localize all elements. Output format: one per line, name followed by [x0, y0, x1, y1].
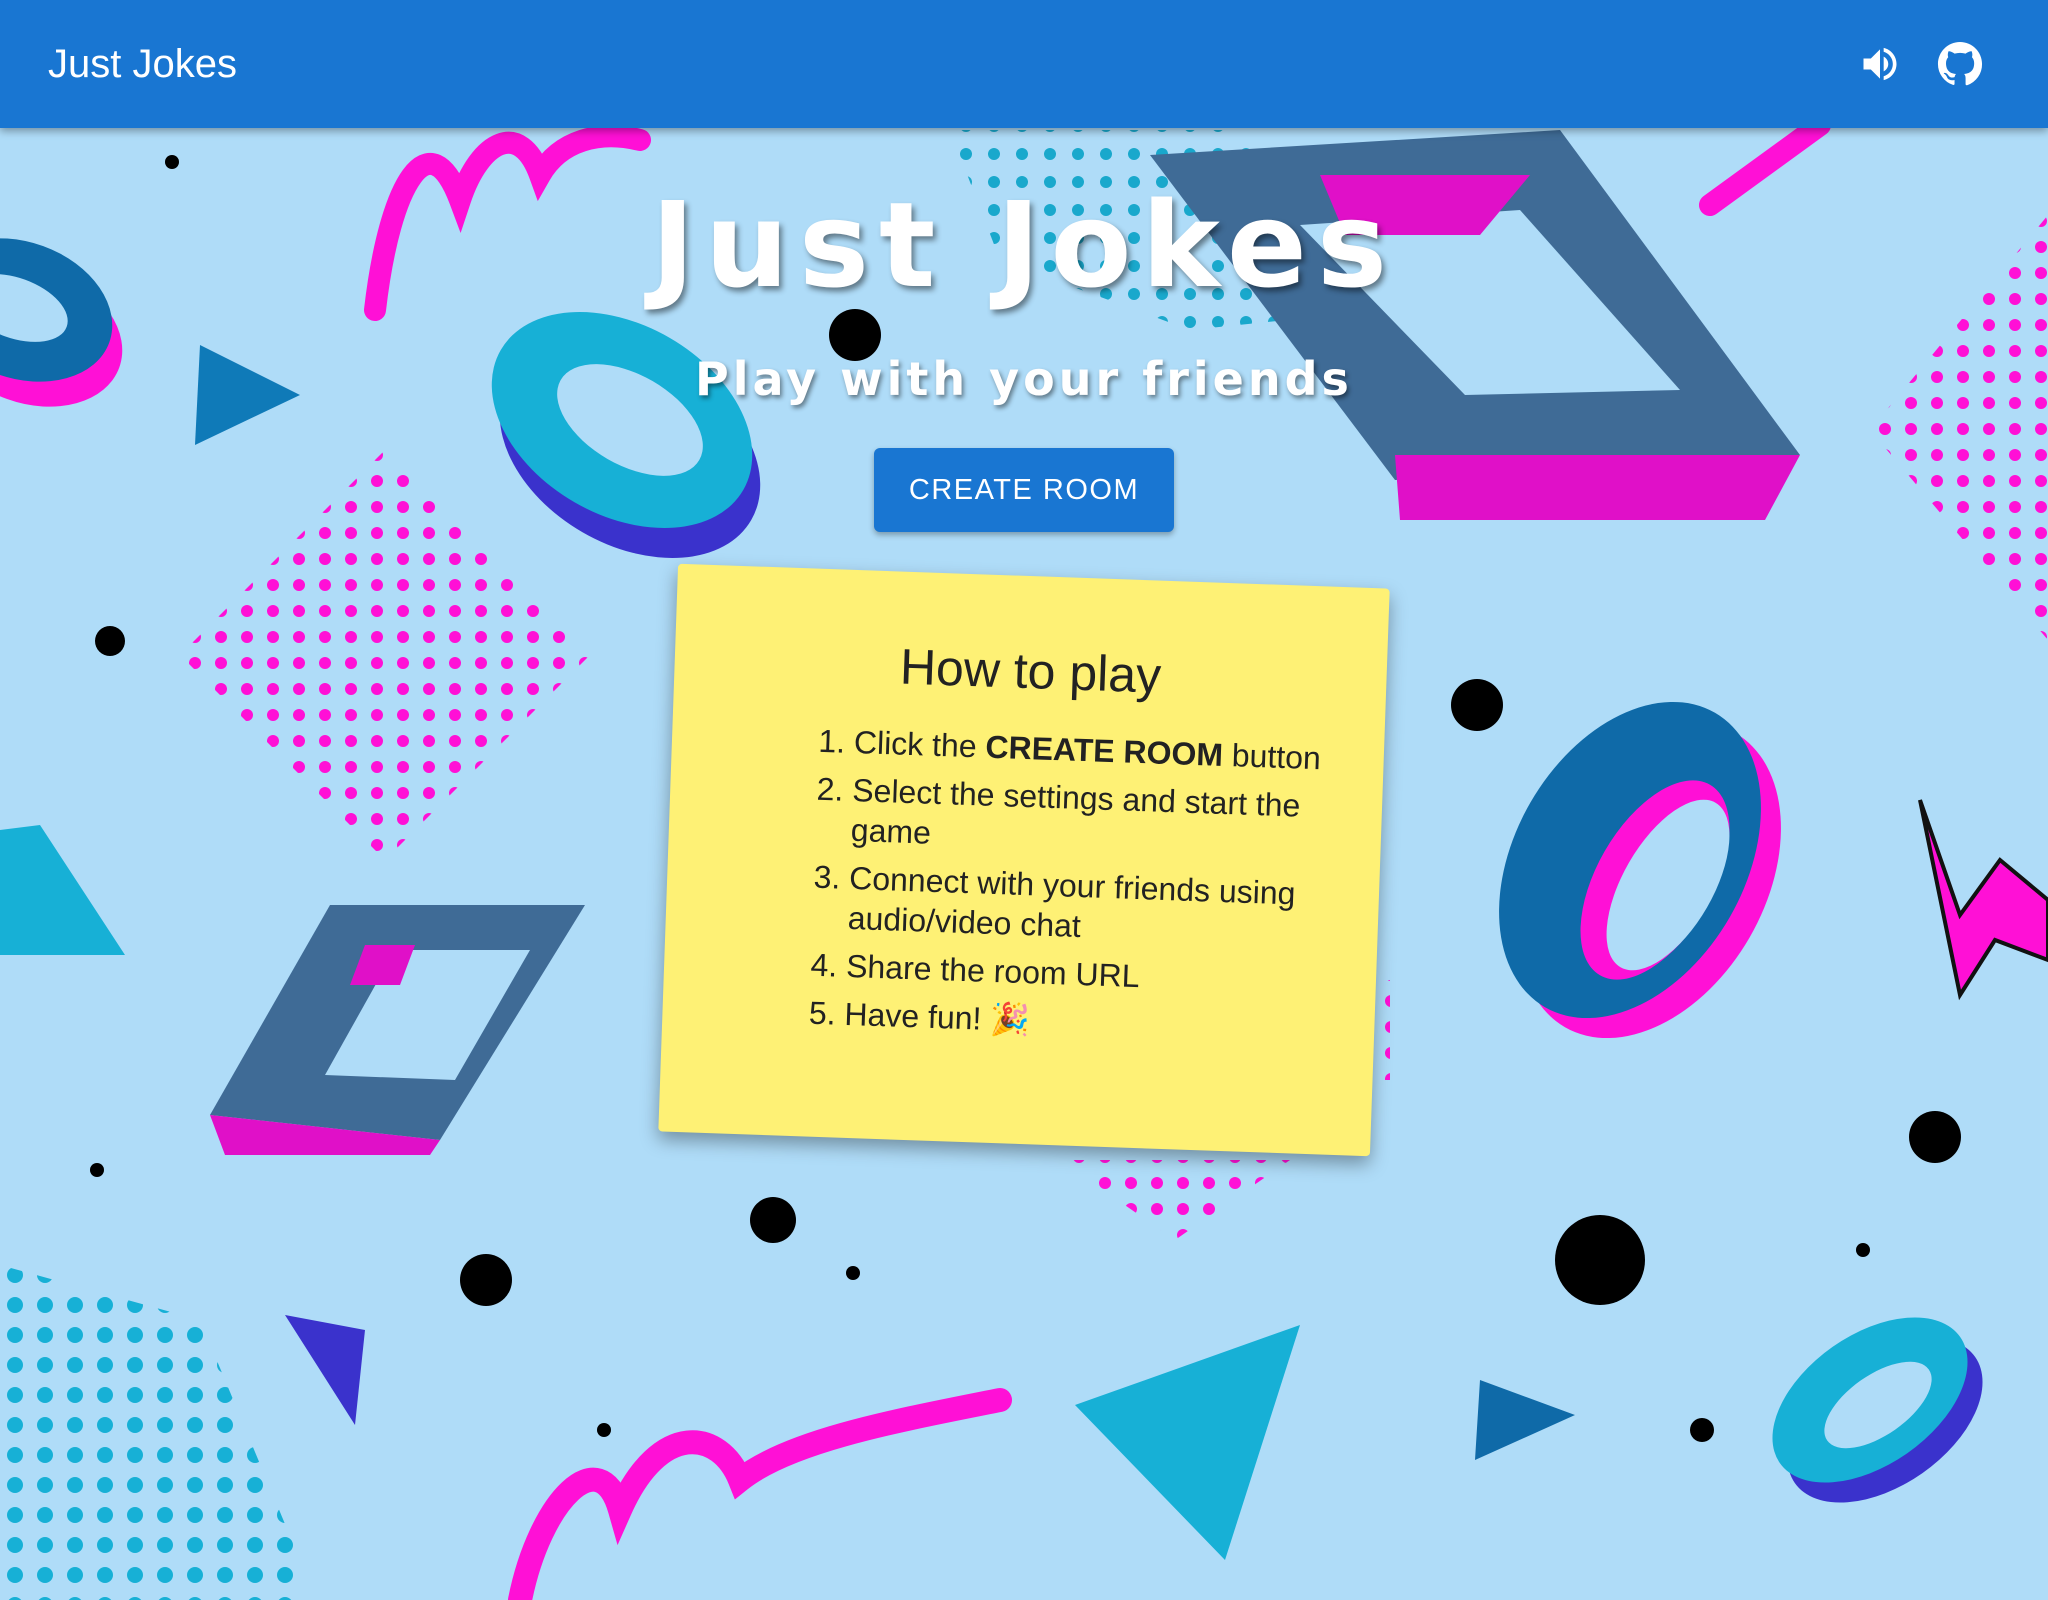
hero-title: Just Jokes: [650, 176, 1398, 314]
how-to-play-heading: How to play: [899, 638, 1163, 704]
step-item: Click the CREATE ROOM button: [853, 722, 1374, 780]
hero-subtitle: Play with your friends: [695, 352, 1353, 406]
how-to-play-card: How to play Click the CREATE ROOM button…: [658, 563, 1390, 1157]
steps-list: Click the CREATE ROOM button Select the …: [812, 721, 1375, 1060]
create-room-emphasis: CREATE ROOM: [984, 728, 1224, 773]
app-bar: Just Jokes: [0, 0, 2048, 128]
party-popper-icon: 🎉: [989, 1000, 1031, 1039]
app-title: Just Jokes: [48, 42, 237, 86]
step-item: Share the room URL: [845, 946, 1366, 1004]
step-item: Select the settings and start the game: [850, 770, 1372, 868]
github-icon[interactable]: [1932, 36, 1988, 92]
step-item: Have fun! 🎉: [844, 994, 1365, 1052]
step-item: Connect with your friends using audio/vi…: [847, 858, 1369, 956]
volume-up-icon[interactable]: [1852, 36, 1908, 92]
create-room-button[interactable]: CREATE ROOM: [874, 448, 1174, 532]
